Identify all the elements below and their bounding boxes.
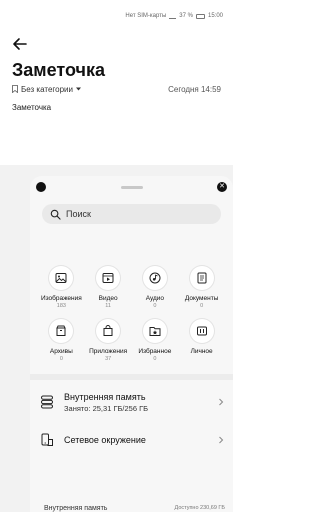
search-input[interactable]: Поиск — [42, 204, 221, 224]
private-icon — [189, 319, 214, 343]
bookmark-icon — [12, 85, 18, 93]
bottom-storage-title: Внутренняя память — [44, 504, 108, 512]
document-icon — [189, 266, 214, 290]
chevron-right-icon — [219, 436, 224, 444]
wifi-icon — [169, 14, 177, 19]
category-label: Личное — [190, 348, 213, 355]
category-documents[interactable]: Документы 0 — [178, 266, 225, 309]
category-count: 11 — [105, 303, 111, 309]
note-title[interactable]: Заметочка — [12, 60, 105, 81]
battery-percent: 37 % — [179, 13, 193, 19]
status-time: 15:00 — [207, 13, 223, 19]
note-date: Сегодня 14:59 — [168, 84, 221, 94]
internal-storage-texts: Внутренняя память Занято: 25,31 ГБ/256 Г… — [64, 392, 217, 413]
note-meta: Без категории Сегодня 14:59 — [12, 83, 221, 95]
category-label: Аудио — [145, 295, 165, 302]
sheet-handle[interactable] — [120, 186, 143, 189]
bottom-storage-free: Доступно 230,69 ГБ — [174, 505, 225, 511]
category-count: 0 — [153, 356, 157, 362]
network-item[interactable]: Сетевое окружение — [40, 422, 225, 458]
network-title: Сетевое окружение — [64, 435, 146, 445]
internal-storage-title: Внутренняя память — [64, 391, 146, 402]
category-favorites[interactable]: Избранное 0 — [132, 319, 179, 362]
note-body[interactable]: Заметочка — [12, 103, 51, 112]
category-count: 0 — [200, 303, 204, 309]
category-video[interactable]: Видео 11 — [85, 266, 132, 309]
category-label: Без категории — [21, 84, 73, 94]
category-label: Изображения — [40, 295, 82, 302]
category-count: 37 — [105, 356, 112, 362]
category-label: Избранное — [138, 348, 172, 355]
section-divider — [30, 374, 233, 380]
category-count: 183 — [56, 303, 66, 309]
status-bar: Нет SIM-карты 37 % 15:00 — [0, 0, 233, 34]
category-label: Документы — [184, 295, 219, 302]
category-private[interactable]: Личное — [178, 319, 225, 362]
storage-icon — [41, 395, 53, 409]
picker-corner-icon — [36, 182, 46, 192]
search-icon — [50, 209, 61, 220]
category-label: Архивы — [49, 348, 73, 355]
status-indicators: Нет SIM-карты 37 % 15:00 — [125, 13, 223, 19]
category-grid: Изображения 183 Видео 11 Аудио 0 Докумен… — [38, 266, 225, 362]
category-apps[interactable]: Приложения 37 — [85, 319, 132, 362]
category-label: Приложения — [89, 348, 128, 355]
bottom-storage-row[interactable]: Внутренняя память Доступно 230,69 ГБ — [44, 502, 225, 512]
close-icon[interactable]: ✕ — [217, 182, 227, 192]
search-placeholder: Поиск — [66, 209, 91, 219]
network-texts: Сетевое окружение — [64, 435, 217, 445]
category-count: 0 — [153, 303, 157, 309]
star-folder-icon — [142, 319, 167, 343]
sim-status: Нет SIM-карты — [125, 13, 167, 19]
archive-icon — [49, 319, 74, 343]
chevron-down-icon — [75, 87, 81, 91]
video-icon — [96, 266, 121, 290]
category-label: Видео — [98, 295, 118, 302]
file-picker-sheet: ✕ Поиск Изображения 183 Видео 11 Аудио 0 — [30, 176, 233, 512]
battery-icon — [195, 13, 205, 19]
chevron-right-icon — [219, 398, 224, 406]
category-archives[interactable]: Архивы 0 — [38, 319, 85, 362]
apps-icon — [96, 319, 121, 343]
back-arrow-icon[interactable] — [12, 36, 28, 52]
music-icon — [142, 266, 167, 290]
category-audio[interactable]: Аудио 0 — [132, 266, 179, 309]
network-device-icon — [41, 433, 53, 446]
image-icon — [49, 266, 74, 290]
category-count: 0 — [59, 356, 63, 362]
category-images[interactable]: Изображения 183 — [38, 266, 85, 309]
internal-storage-item[interactable]: Внутренняя память Занято: 25,31 ГБ/256 Г… — [40, 384, 225, 420]
internal-storage-usage: Занято: 25,31 ГБ/256 ГБ — [64, 403, 149, 413]
category-selector[interactable]: Без категории — [12, 85, 81, 94]
